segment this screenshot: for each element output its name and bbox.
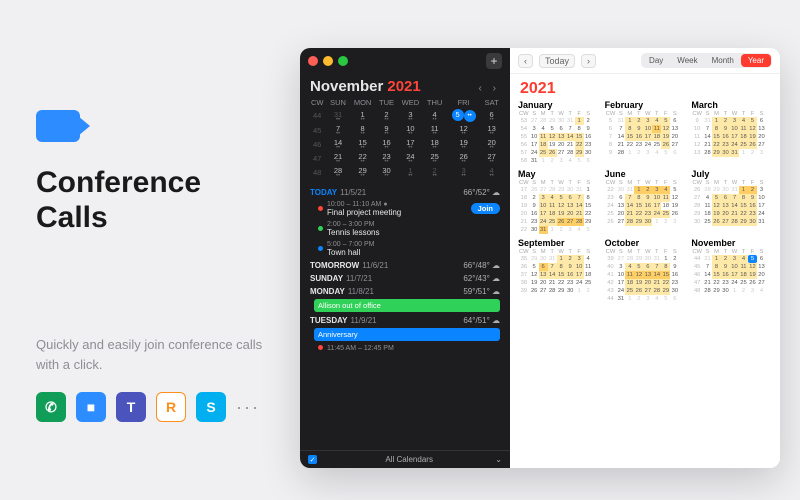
all-day-event[interactable]: Anniversary — [314, 328, 500, 341]
agenda-day-header: MONDAY11/8/2159°/51° ☁ — [300, 284, 510, 297]
hangouts-icon: ✆ — [36, 392, 66, 422]
view-segmented-control[interactable]: DayWeekMonthYear — [641, 53, 772, 68]
agenda-event[interactable]: 11:45 AM – 12:45 PM — [300, 342, 510, 353]
footer-checkbox[interactable]: ✓ — [308, 455, 317, 464]
promo-title: Conference Calls — [36, 166, 276, 235]
year-month-may[interactable]: MayCWSMTWTFS1726272829303111823456781991… — [518, 169, 599, 234]
ringcentral-icon: R — [156, 392, 186, 422]
month-nav[interactable]: ‹ › — [479, 83, 500, 94]
sidebar-year: 2021 — [387, 78, 420, 95]
add-event-button[interactable]: + — [486, 53, 502, 69]
promo-subtitle: Quickly and easily join conference calls… — [36, 335, 276, 374]
zoom-icon: ■ — [76, 392, 106, 422]
service-icons: ✆ ■ TRS ··· — [36, 392, 276, 422]
year-month-september[interactable]: SeptemberCWSMTWTFS3529303112343656789101… — [518, 238, 599, 303]
agenda-event[interactable]: 2:00 – 3:00 PMTennis lessons — [300, 218, 510, 238]
view-month[interactable]: Month — [705, 54, 741, 67]
year-label: 2021 — [510, 74, 780, 100]
year-month-october[interactable]: OctoberCWSMTWTFS392728293031124034567894… — [605, 238, 686, 303]
zoom-traffic-light[interactable] — [338, 56, 348, 66]
sidebar-month: November — [310, 78, 383, 95]
chevron-down-icon: ⌄ — [495, 455, 502, 464]
skype-icon: S — [196, 392, 226, 422]
today-button[interactable]: Today — [539, 54, 575, 68]
close-traffic-light[interactable] — [308, 56, 318, 66]
prev-button[interactable]: ‹ — [518, 54, 533, 68]
agenda-list: TODAY11/5/2166°/52° ☁10:00 – 11:10 AM ●F… — [300, 183, 510, 450]
agenda-day-header: SUNDAY11/7/2162°/43° ☁ — [300, 271, 510, 284]
agenda-event[interactable]: 10:00 – 11:10 AM ●Final project meetingJ… — [300, 198, 510, 218]
join-call-button[interactable]: Join — [471, 203, 500, 214]
all-day-event[interactable]: Allison out of office — [314, 299, 500, 312]
year-month-february[interactable]: FebruaryCWSMTWTFS53112345667891011121371… — [605, 100, 686, 165]
minimize-traffic-light[interactable] — [323, 56, 333, 66]
video-camera-icon — [36, 110, 80, 142]
year-month-july[interactable]: JulyCWSMTWTFS262829303112327456789102811… — [691, 169, 772, 234]
agenda-event[interactable]: 5:00 – 7:00 PMTown hall — [300, 238, 510, 258]
year-month-november[interactable]: NovemberCWSMTWTFS44311234564578910111213… — [691, 238, 772, 303]
view-year[interactable]: Year — [741, 54, 771, 67]
year-month-june[interactable]: JuneCWSMTWTFS223031123452367891011122413… — [605, 169, 686, 234]
year-month-march[interactable]: MarchCWSMTWTFS93112345610789101112131114… — [691, 100, 772, 165]
year-grid[interactable]: JanuaryCWSMTWTFS532728293031125434567895… — [510, 100, 780, 468]
calendar-selector[interactable]: All Calendars — [385, 455, 433, 464]
agenda-day-header: TUESDAY11/9/2164°/51° ☁ — [300, 313, 510, 326]
agenda-day-header: TODAY11/5/2166°/52° ☁ — [300, 185, 510, 198]
agenda-day-header: TOMORROW11/6/2166°/48° ☁ — [300, 258, 510, 271]
next-button[interactable]: › — [581, 54, 596, 68]
view-week[interactable]: Week — [670, 54, 704, 67]
teams-icon: T — [116, 392, 146, 422]
mini-calendar[interactable]: CWSUNMONTUEWEDTHUFRISAT4431••1••2••3••4•… — [300, 97, 510, 183]
view-day[interactable]: Day — [642, 54, 670, 67]
more-services-icon: ··· — [236, 397, 260, 418]
calendar-app-window: + November 2021 ‹ › CWSUNMONTUEWEDTHUFRI… — [300, 48, 780, 468]
year-month-january[interactable]: JanuaryCWSMTWTFS532728293031125434567895… — [518, 100, 599, 165]
